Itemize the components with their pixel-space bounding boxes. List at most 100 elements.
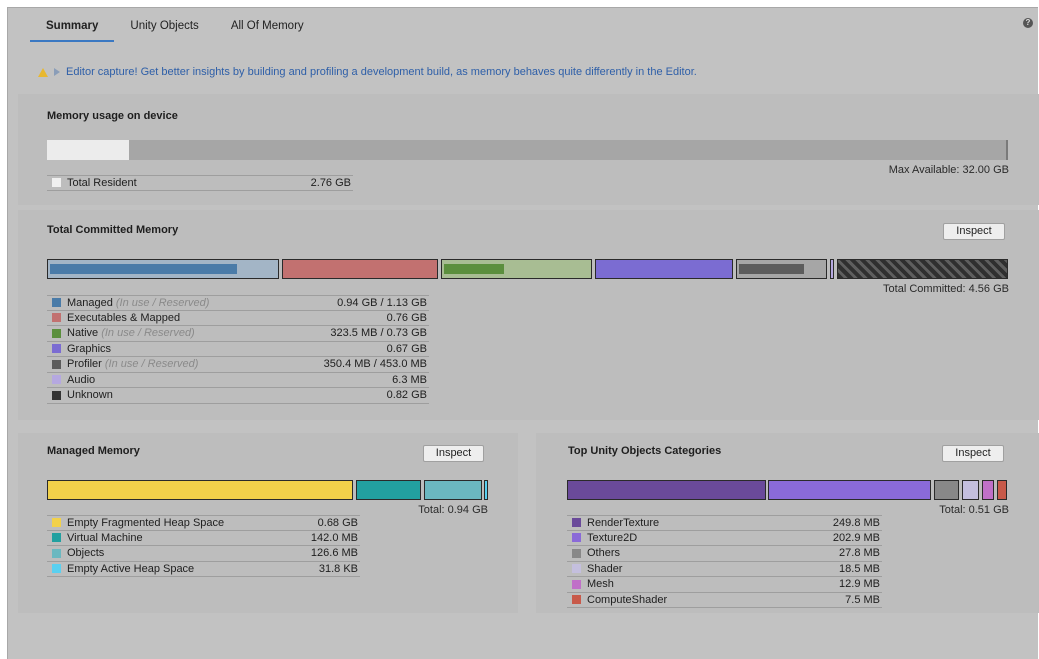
legend-name: Shader <box>587 562 623 575</box>
unity-objects-segment-others[interactable] <box>934 480 959 500</box>
empty-active-heap-space-swatch <box>52 564 61 574</box>
unity-objects-legend: RenderTexture 249.8 MB Texture2D 202.9 MB Ot… <box>567 515 882 608</box>
profiler-swatch <box>52 359 61 369</box>
unity-objects-bar <box>567 480 1007 500</box>
unknown-swatch <box>52 390 61 400</box>
empty-fragmented-heap-space-swatch <box>52 518 61 528</box>
graphics-swatch <box>52 344 61 354</box>
legend-name: Empty Active Heap Space <box>67 562 195 575</box>
legend-row-objects: Objects 126.6 MB <box>47 546 360 562</box>
managed-legend: Empty Fragmented Heap Space 0.68 GB Virtua… <box>47 515 360 577</box>
legend-name: Executables & Mapped <box>67 311 181 324</box>
legend-name: Others <box>587 547 621 560</box>
committed-segment-profiler[interactable] <box>736 259 827 279</box>
legend-value: 350.4 MB / 453.0 MB <box>323 358 427 371</box>
device-memory-bar <box>47 140 1008 160</box>
total-committed-label: Total Committed: 4.56 GB <box>883 283 1009 295</box>
device-memory-legend: Total Resident 2.76 GB <box>47 175 353 191</box>
legend-name: Virtual Machine <box>67 531 143 544</box>
legend-value: 0.76 GB <box>386 311 427 324</box>
managed-segment-virtual-machine[interactable] <box>356 480 421 500</box>
managed-total-label: Total: 0.94 GB <box>418 504 488 516</box>
committed-segment-unknown[interactable] <box>837 259 1008 279</box>
committed-segment-graphics[interactable] <box>595 259 733 279</box>
managed-segment-fragmented[interactable] <box>47 480 353 500</box>
legend-row-virtual-machine: Virtual Machine 142.0 MB <box>47 531 360 546</box>
legend-row-texture2d: Texture2D 202.9 MB <box>567 531 882 546</box>
legend-row-shader: Shader 18.5 MB <box>567 562 882 577</box>
unity-objects-total-label: Total: 0.51 GB <box>939 504 1009 516</box>
device-memory-title: Memory usage on device <box>47 110 178 122</box>
mesh-swatch <box>572 579 581 589</box>
legend-name: ComputeShader <box>587 593 668 606</box>
committed-segment-executables[interactable] <box>282 259 438 279</box>
legend-value: 142.0 MB <box>310 531 358 544</box>
legend-name: Texture2D <box>587 531 638 544</box>
legend-value: 0.67 GB <box>386 342 427 355</box>
legend-row-unknown: Unknown 0.82 GB <box>47 388 429 404</box>
computeshader-swatch <box>572 595 581 605</box>
legend-row-executables-mapped: Executables & Mapped 0.76 GB <box>47 311 429 326</box>
max-available-label: Max Available: 32.00 GB <box>888 164 1009 176</box>
legend-name: Unknown <box>67 389 113 402</box>
legend-value: 2.76 GB <box>310 176 351 189</box>
executables-mapped-swatch <box>52 313 61 323</box>
legend-name: Graphics <box>67 342 112 355</box>
managed-inspect-button[interactable]: Inspect <box>423 445 484 462</box>
unity-objects-segment-shader[interactable] <box>962 480 979 500</box>
legend-row-empty-fragmented-heap-space: Empty Fragmented Heap Space 0.68 GB <box>47 515 360 531</box>
legend-value: 18.5 MB <box>839 562 880 575</box>
unity-objects-panel: Top Unity Objects Categories Inspect Tot… <box>536 433 1039 613</box>
unity-objects-segment-texture2d[interactable] <box>768 480 931 500</box>
editor-capture-notice: Editor capture! Get better insights by b… <box>38 65 697 79</box>
tab-all-of-memory[interactable]: All Of Memory <box>215 12 320 42</box>
texture2d-swatch <box>572 533 581 543</box>
native-swatch <box>52 328 61 338</box>
legend-row-graphics: Graphics 0.67 GB <box>47 342 429 357</box>
committed-segment-native[interactable] <box>441 259 592 279</box>
committed-inspect-button[interactable]: Inspect <box>943 223 1005 240</box>
legend-hint: (In use / Reserved) <box>115 296 210 309</box>
unity-objects-inspect-button[interactable]: Inspect <box>942 445 1004 462</box>
unity-objects-segment-computeshader[interactable] <box>997 480 1007 500</box>
shader-swatch <box>572 564 581 574</box>
legend-row-rendertexture: RenderTexture 249.8 MB <box>567 515 882 531</box>
legend-value: 7.5 MB <box>845 593 880 606</box>
committed-bar <box>47 259 1008 279</box>
tab-summary[interactable]: Summary <box>30 12 115 42</box>
committed-segment-managed[interactable] <box>47 259 279 279</box>
legend-row-native: Native (In use / Reserved) 323.5 MB / 0.73… <box>47 326 429 342</box>
resident-fill <box>47 140 130 160</box>
committed-segment-audio[interactable] <box>830 259 834 279</box>
play-icon[interactable] <box>54 68 60 76</box>
unity-objects-segment-rendertexture[interactable] <box>567 480 766 500</box>
managed-segment-active-heap[interactable] <box>484 480 488 500</box>
objects-swatch <box>52 548 61 558</box>
legend-name: RenderTexture <box>587 516 660 529</box>
legend-row-total-resident: Total Resident 2.76 GB <box>47 175 353 191</box>
legend-row-others: Others 27.8 MB <box>567 546 882 562</box>
tab-unity-objects[interactable]: Unity Objects <box>114 12 214 42</box>
memory-profiler-window: Summary Unity Objects All Of Memory ? Ed… <box>7 7 1039 659</box>
audio-swatch <box>52 375 61 385</box>
legend-name: Native <box>67 327 99 340</box>
legend-value: 6.3 MB <box>392 373 427 386</box>
managed-segment-objects[interactable] <box>424 480 482 500</box>
legend-value: 31.8 KB <box>318 562 358 575</box>
legend-row-mesh: Mesh 12.9 MB <box>567 577 882 593</box>
managed-memory-title: Managed Memory <box>47 445 140 457</box>
help-icon[interactable]: ? <box>1023 18 1033 28</box>
legend-row-profiler: Profiler (In use / Reserved) 350.4 MB / 45… <box>47 357 429 373</box>
others-swatch <box>572 548 581 558</box>
legend-value: 323.5 MB / 0.73 GB <box>330 327 427 340</box>
legend-value: 0.94 GB / 1.13 GB <box>337 296 427 309</box>
tab-bar: Summary Unity Objects All Of Memory <box>30 12 320 42</box>
legend-row-computeshader: ComputeShader 7.5 MB <box>567 593 882 608</box>
committed-memory-title: Total Committed Memory <box>47 224 179 236</box>
managed-swatch <box>52 298 61 308</box>
committed-memory-panel: Total Committed Memory Inspect Total Com… <box>18 210 1039 420</box>
warning-icon <box>38 67 48 77</box>
unity-objects-segment-mesh[interactable] <box>982 480 994 500</box>
legend-value: 249.8 MB <box>832 516 880 529</box>
legend-value: 27.8 MB <box>839 547 880 560</box>
